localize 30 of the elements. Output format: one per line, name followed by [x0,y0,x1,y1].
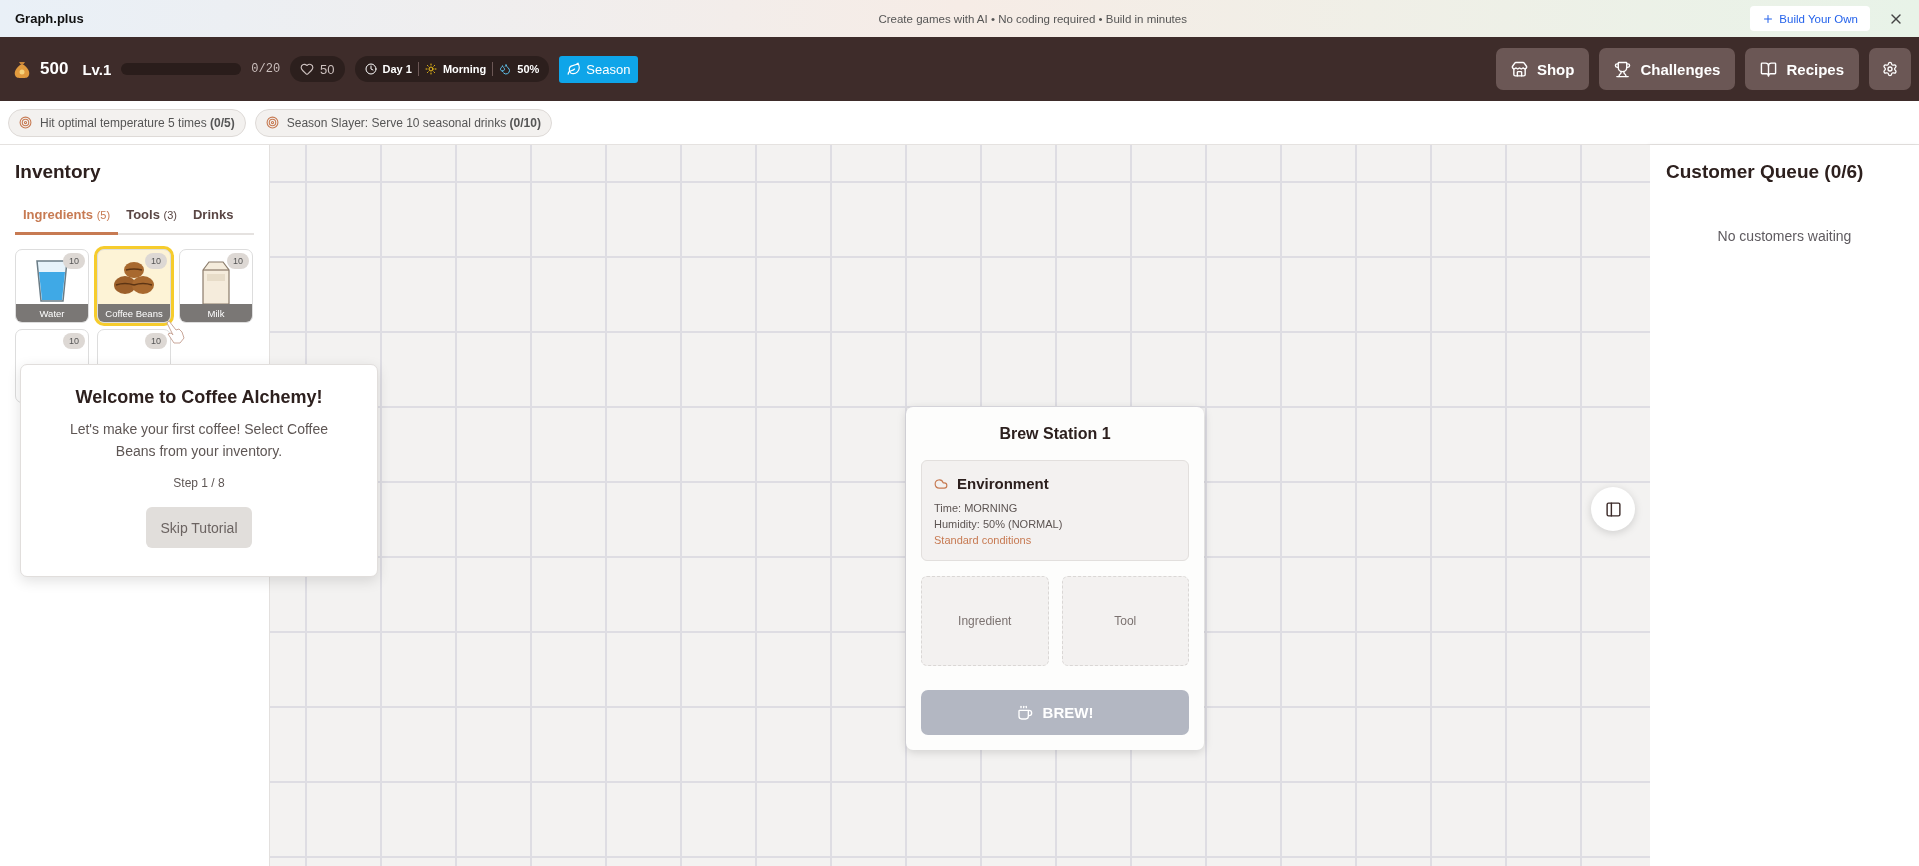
heart-count: 50 [320,61,335,77]
item-name: Milk [180,304,252,322]
environment-line: Time: MORNING [934,502,1019,514]
item-count: 10 [63,253,85,269]
item-count: 10 [145,253,167,269]
level-label: Lv.1 [82,60,112,78]
item-name: Water [16,304,88,322]
environment-line: Humidity: 50% (NORMAL) [934,518,1064,530]
environment-title: Environment [957,475,1049,492]
brand-name: Graph.plus [15,11,85,26]
station-title: Brew Station 1 [999,425,1111,443]
tagline: Create games with AI • No coding required • Build in minutes [877,12,1188,25]
coin-count: 500 [40,59,69,79]
xp-reading: 0/20 [251,62,281,76]
item-count: 10 [145,333,167,349]
humidity-label: 50% [517,63,540,75]
item-count: 10 [227,253,249,269]
challenge-text: Hit optimal temperature 5 times (0/5) [40,115,235,130]
item-count: 10 [63,333,85,349]
tutorial-text: Let's make your first coffee! Select Coffee Beans from your inventory. [68,420,330,461]
queue-title: Customer Queue (0/6) [1666,161,1865,183]
tutorial-title: Welcome to Coffee Alchemy! [75,387,323,408]
challenge-text: Season Slayer: Serve 10 seasonal drinks (0/10) [286,115,541,130]
item-name: Coffee Beans [98,304,170,322]
inventory-title: Inventory [15,161,102,183]
empty-queue-text: No customers waiting [1716,228,1853,244]
environment-note: Standard conditions [934,534,1033,546]
time-label: Morning [442,63,487,75]
day-label: Day 1 [382,63,412,75]
tutorial-step: Step 1 / 8 [173,476,225,490]
